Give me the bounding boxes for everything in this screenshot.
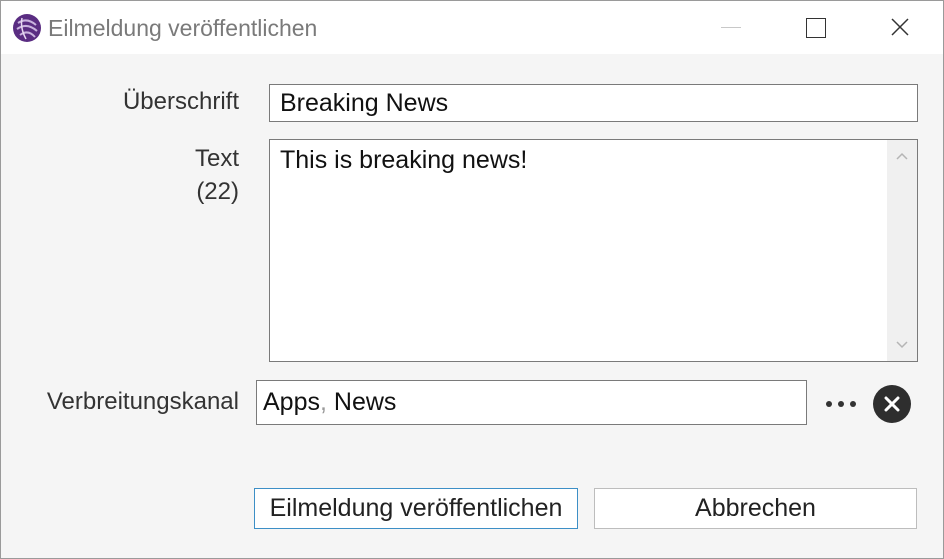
close-icon bbox=[891, 18, 909, 36]
text-area-value: This is breaking news! bbox=[280, 146, 528, 174]
text-char-count: (22) bbox=[196, 178, 239, 205]
headline-label: Überschrift bbox=[122, 88, 239, 115]
dialog-window: Eilmeldung veröffentlichen Überschrift B… bbox=[0, 0, 944, 559]
channel-label: Verbreitungskanal bbox=[46, 388, 239, 415]
scroll-up-icon[interactable] bbox=[895, 150, 909, 164]
window-title: Eilmeldung veröffentlichen bbox=[48, 15, 318, 41]
text-scrollbar[interactable] bbox=[887, 140, 917, 361]
app-logo-icon bbox=[13, 14, 41, 42]
text-label-title: Text bbox=[194, 145, 239, 172]
close-button[interactable] bbox=[858, 1, 942, 54]
maximize-button[interactable] bbox=[773, 1, 857, 54]
more-dots-icon[interactable] bbox=[823, 389, 859, 417]
text-label: Text (22) bbox=[195, 142, 239, 208]
channel-input[interactable]: Apps, News bbox=[256, 380, 807, 425]
publish-button[interactable]: Eilmeldung veröffentlichen bbox=[254, 488, 578, 529]
text-area[interactable]: This is breaking news! bbox=[269, 139, 918, 362]
cancel-button[interactable]: Abbrechen bbox=[594, 488, 917, 529]
headline-input[interactable]: Breaking News bbox=[269, 84, 918, 122]
scroll-down-icon[interactable] bbox=[895, 337, 909, 351]
clear-circle-icon[interactable] bbox=[873, 385, 911, 423]
channel-separator: , bbox=[319, 388, 334, 416]
channel-value-apps: Apps bbox=[263, 388, 320, 416]
title-bar[interactable]: Eilmeldung veröffentlichen bbox=[1, 1, 943, 54]
minimize-button[interactable] bbox=[689, 1, 773, 54]
channel-value-news: News bbox=[333, 388, 397, 416]
